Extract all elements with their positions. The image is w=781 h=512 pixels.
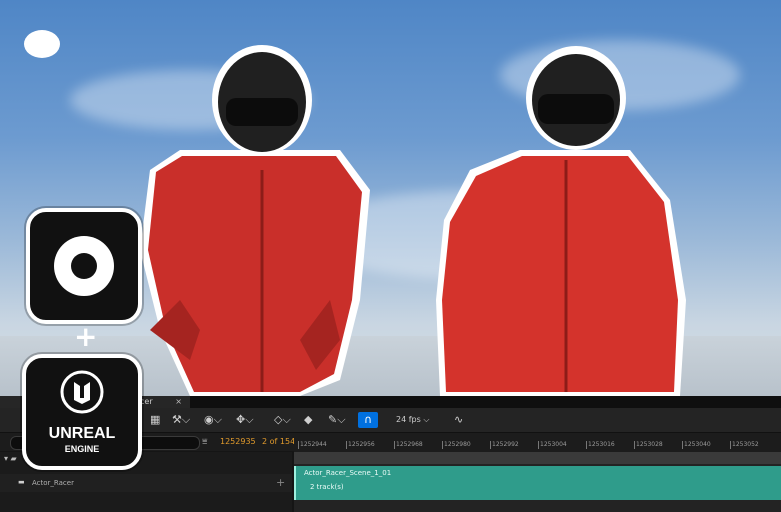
- ruler-tick: 1252980: [442, 441, 471, 449]
- unreal-engine-logo-icon: UNREAL ENGINE: [49, 370, 116, 454]
- current-frame[interactable]: 1252935: [220, 436, 256, 448]
- ruler-tick: 1252956: [346, 441, 375, 449]
- ruler-tick: 1252944: [298, 441, 327, 449]
- plus-icon: +: [74, 320, 98, 353]
- track-label: Actor_Racer: [32, 479, 74, 487]
- ruler-tick: 1253040: [682, 441, 711, 449]
- ring-logo-icon: [54, 236, 114, 296]
- racer-characters: [140, 45, 686, 396]
- curve-editor-icon[interactable]: ∿: [454, 412, 463, 428]
- transform-icon[interactable]: ✥⌵: [236, 412, 254, 428]
- viewport-scene: [0, 0, 781, 396]
- actor-icon: ▬: [18, 478, 25, 486]
- wrench-icon[interactable]: ⚒⌵: [172, 412, 190, 428]
- ruler-tick: 1253052: [730, 441, 759, 449]
- ruler-tick: 1252992: [490, 441, 519, 449]
- unreal-logo-line2: ENGINE: [65, 444, 100, 454]
- racer-right: [436, 46, 686, 396]
- logo-card-app: [26, 208, 142, 324]
- timeline-ruler[interactable]: 1252944 1252956 1252968 1252980 1252992 …: [294, 440, 781, 452]
- ruler-tick: 1253028: [634, 441, 663, 449]
- magnet-icon[interactable]: ∩: [358, 412, 378, 428]
- key-icon[interactable]: ◇⌵: [274, 412, 291, 428]
- fps-dropdown[interactable]: 24 fps ⌵: [396, 412, 429, 428]
- pencil-icon[interactable]: ✎⌵: [328, 412, 346, 428]
- logo-card-unreal: UNREAL ENGINE: [22, 354, 142, 470]
- diamond-icon[interactable]: ◆: [304, 412, 312, 428]
- frame-count: 2 of 154: [262, 437, 296, 446]
- camera-icon[interactable]: ▦: [150, 412, 160, 428]
- shot-section[interactable]: Actor_Racer_Scene_1_01 2 track(s): [294, 466, 781, 500]
- close-tab-icon[interactable]: ×: [175, 396, 182, 408]
- unreal-logo-line1: UNREAL: [49, 425, 116, 442]
- shot-tracks: 2 track(s): [310, 483, 344, 491]
- racer-left: [140, 45, 370, 396]
- ruler-tick: 1253016: [586, 441, 615, 449]
- shot-name: Actor_Racer_Scene_1_01: [304, 469, 392, 477]
- ruler-tick: 1252968: [394, 441, 423, 449]
- filter-icon[interactable]: ⩸: [202, 436, 207, 448]
- playback-range-bar: [294, 452, 781, 464]
- eye-icon[interactable]: ◉⌵: [204, 412, 222, 428]
- add-track-icon[interactable]: +: [276, 476, 285, 489]
- folder-icon[interactable]: ▾ ▰: [4, 454, 17, 463]
- ruler-tick: 1253004: [538, 441, 567, 449]
